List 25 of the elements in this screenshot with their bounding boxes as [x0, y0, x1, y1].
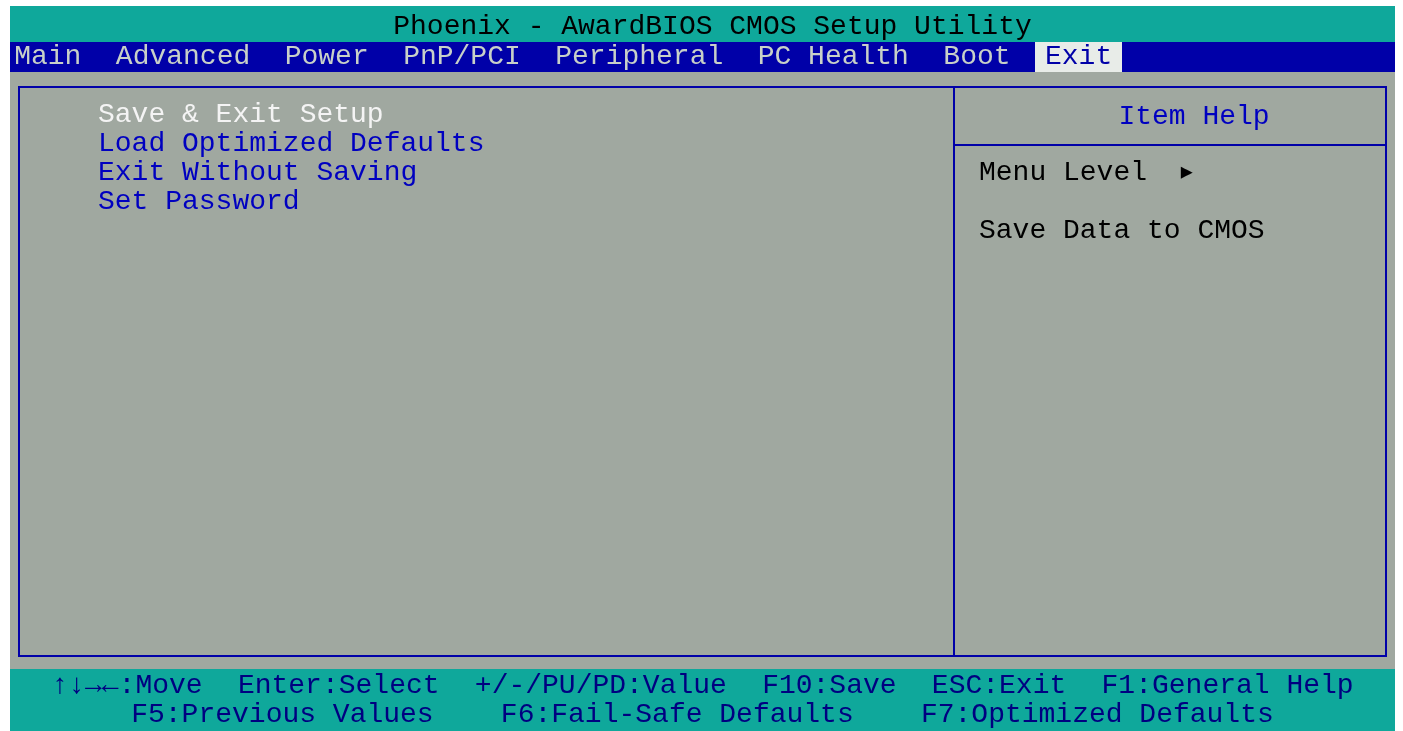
help-text: Save Data to CMOS: [979, 216, 1266, 245]
menu-tab[interactable]: PC Health: [747, 42, 919, 72]
key-hint: F5:Previous Values: [131, 700, 434, 729]
menu-tab[interactable]: Power: [274, 42, 379, 72]
help-title: Item Help: [1118, 100, 1270, 132]
menu-item[interactable]: Set Password: [98, 187, 300, 216]
menu-tab[interactable]: Exit: [1034, 42, 1123, 72]
key-hint: F1:General Help: [1101, 671, 1354, 700]
key-hint: F10:Save: [762, 671, 897, 700]
key-hint: +/-/PU/PD:Value: [474, 671, 727, 700]
menu-item[interactable]: Load Optimized Defaults: [98, 129, 485, 158]
key-hint: F7:Optimized Defaults: [920, 700, 1274, 729]
menu-level-label: Menu Level: [979, 158, 1148, 187]
menu-item[interactable]: Exit Without Saving: [98, 158, 418, 187]
key-hint: F6:Fail-Safe Defaults: [500, 700, 854, 729]
menu-level-marker: ▶: [1180, 160, 1193, 186]
key-hint: ↑↓→←:Move: [51, 671, 203, 700]
menu-tab[interactable]: Peripheral: [545, 42, 734, 72]
menu-tab[interactable]: Main: [10, 42, 92, 72]
window-title: Phoenix - AwardBIOS CMOS Setup Utility: [393, 12, 1032, 42]
menu-tab[interactable]: Boot: [933, 42, 1021, 72]
key-hint: Enter:Select: [237, 671, 440, 700]
key-hint: ESC:Exit: [931, 671, 1067, 700]
menu-tab[interactable]: Advanced: [105, 42, 261, 72]
menu-tab[interactable]: PnP/PCI: [393, 42, 531, 72]
